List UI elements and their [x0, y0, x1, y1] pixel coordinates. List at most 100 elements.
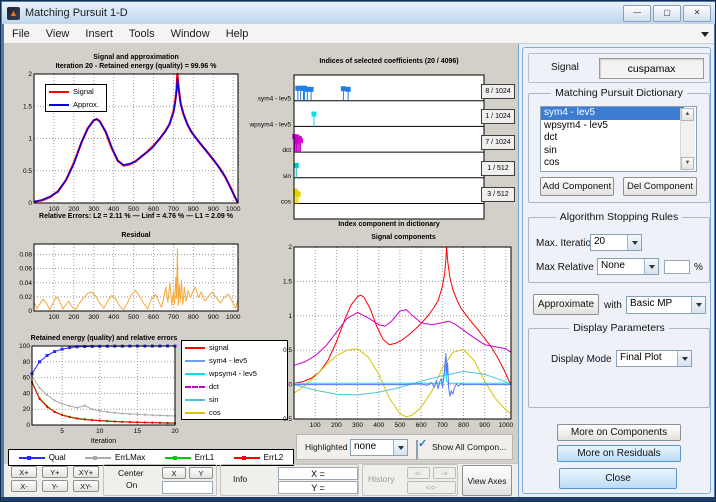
minimize-button[interactable]: — — [623, 4, 651, 22]
zoom-y-minus-button[interactable]: Y- — [42, 480, 68, 492]
menubar: File View Insert Tools Window Help — [4, 24, 714, 44]
legend-label: ErrL2 — [263, 453, 284, 462]
center-y-button[interactable]: Y — [189, 467, 213, 479]
svg-text:0.04: 0.04 — [19, 280, 32, 287]
legend-entry: Qual — [16, 451, 69, 465]
legend-line-swatch — [18, 455, 45, 460]
menu-item-help[interactable]: Help — [218, 26, 257, 42]
close-button[interactable]: ✕ — [683, 4, 711, 22]
components-plot: 100 200 300 400 500 600 700 800 900 1000 -0.5 0 0.5 1… — [281, 244, 514, 429]
legend-entry: ErrLMax — [82, 451, 148, 465]
retained-xlabel: Iteration — [90, 438, 117, 445]
max-relative-dropdown[interactable]: None — [597, 258, 659, 275]
highlighted-dropdown[interactable]: none — [350, 439, 408, 456]
zoom-y-plus-button[interactable]: Y+ — [42, 466, 68, 478]
center-on-input[interactable] — [162, 481, 213, 494]
coefficients-title: Indices of selected coefficients (20 / 4… — [319, 58, 459, 65]
highlight-bar: Highlighted none ✓ Show All Compon... — [296, 434, 513, 460]
history-far-back-button[interactable]: <<- — [407, 481, 456, 494]
history-label: History — [368, 474, 395, 484]
retained-plot: 5 10 15 20 0 20 40 60 80 100 — [19, 343, 179, 435]
dictionary-item[interactable]: sym4 - lev5 — [541, 107, 684, 120]
scroll-up-icon[interactable]: ▲ — [681, 108, 694, 121]
legend-line-swatch — [185, 411, 205, 414]
display-mode-label: Display Mode — [551, 354, 612, 365]
menu-item-file[interactable]: File — [4, 26, 38, 42]
display-parameters-title: Display Parameters — [569, 322, 669, 334]
dictionary-item[interactable]: sin — [541, 145, 684, 158]
svg-text:700: 700 — [168, 206, 179, 213]
maximize-button[interactable]: ▢ — [653, 4, 681, 22]
svg-text:500: 500 — [395, 422, 406, 429]
legend-label: dct — [209, 382, 220, 391]
dictionary-scrollbar[interactable]: ▲ ▼ — [680, 108, 695, 170]
dictionary-item[interactable]: cos — [541, 157, 684, 170]
close-button[interactable]: Close — [559, 468, 677, 489]
relative-errors-text: Relative Errors: L2 = 2.11 % — Linf = 4.… — [39, 213, 233, 220]
center-x-button[interactable]: X — [162, 467, 186, 479]
svg-text:100: 100 — [48, 206, 59, 213]
zoom-x-minus-button[interactable]: X- — [11, 480, 37, 492]
legend-line-swatch — [233, 455, 260, 460]
svg-text:500: 500 — [128, 206, 139, 213]
residual-title: Residual — [121, 232, 151, 239]
svg-text:100: 100 — [310, 422, 321, 429]
legend-line-swatch — [185, 398, 205, 401]
dictionary-item[interactable]: dct — [541, 132, 684, 145]
legend-label: Signal — [73, 87, 94, 96]
signal-name-value: cuspamax — [599, 58, 704, 79]
menu-item-view[interactable]: View — [38, 26, 78, 42]
legend-line-swatch — [185, 359, 205, 362]
menu-item-tools[interactable]: Tools — [121, 26, 163, 42]
svg-text:2: 2 — [288, 244, 292, 251]
with-label: with — [604, 300, 622, 311]
highlighted-dropdown-value: none — [354, 441, 377, 452]
dropdown-arrow-icon — [677, 351, 691, 366]
show-all-components-checkbox[interactable]: ✓ — [416, 438, 427, 459]
legend-marker — [172, 455, 177, 460]
components-title: Signal components — [371, 234, 436, 241]
display-mode-dropdown[interactable]: Final Plot — [616, 350, 692, 367]
legend-entry: signal — [182, 341, 287, 354]
svg-text:1000: 1000 — [226, 314, 241, 321]
svg-text:80: 80 — [23, 359, 31, 366]
dictionary-listbox[interactable]: ▲ ▼ sym4 - lev5 wpsym4 - lev5 dct sin cos — [540, 106, 697, 172]
view-axes-button[interactable]: View Axes — [462, 465, 512, 496]
history-forward-button[interactable]: -> — [433, 467, 456, 479]
add-component-button[interactable]: Add Component — [540, 177, 614, 196]
menu-item-insert[interactable]: Insert — [77, 26, 121, 42]
window-title: Matching Pursuit 1-D — [25, 7, 128, 19]
legend-label: ErrL1 — [194, 453, 215, 462]
svg-text:400: 400 — [373, 422, 384, 429]
menu-item-window[interactable]: Window — [163, 26, 218, 42]
svg-text:900: 900 — [208, 314, 219, 321]
window-controls: — ▢ ✕ — [623, 4, 711, 22]
zoom-xy-minus-button[interactable]: XY- — [73, 480, 99, 492]
approximate-button[interactable]: Approximate — [533, 294, 599, 315]
legend-entry: dct — [182, 380, 287, 393]
menu-overflow-icon[interactable] — [701, 32, 709, 37]
legend-label: Qual — [48, 453, 66, 462]
legend-entry: ErrL2 — [231, 451, 287, 465]
max-iterations-dropdown[interactable]: 20 — [590, 234, 642, 251]
approximate-method-dropdown[interactable]: Basic MP — [626, 296, 706, 314]
highlighted-label: Highlighted — [305, 442, 348, 452]
svg-text:15: 15 — [134, 428, 142, 435]
zoom-x-plus-button[interactable]: X+ — [11, 466, 37, 478]
max-relative-input[interactable] — [664, 260, 690, 274]
svg-text:600: 600 — [148, 206, 159, 213]
dictionary-item[interactable]: wpsym4 - lev5 — [541, 120, 684, 133]
svg-text:1.5: 1.5 — [23, 103, 32, 110]
scroll-down-icon[interactable]: ▼ — [681, 157, 694, 170]
zoom-xy-plus-button[interactable]: XY+ — [73, 466, 99, 478]
more-on-residuals-button[interactable]: More on Residuals — [557, 445, 681, 462]
history-group: History <- -> <<- — [362, 464, 458, 496]
info-label: Info — [233, 474, 248, 484]
del-component-button[interactable]: Del Component — [623, 177, 697, 196]
legend-entry: Signal — [46, 85, 106, 98]
legend-line-swatch — [185, 346, 205, 349]
history-back-button[interactable]: <- — [407, 467, 430, 479]
svg-text:1.5: 1.5 — [283, 278, 292, 285]
titlebar[interactable]: ▲ Matching Pursuit 1-D — ▢ ✕ — [2, 2, 715, 24]
more-on-components-button[interactable]: More on Components — [557, 424, 681, 441]
